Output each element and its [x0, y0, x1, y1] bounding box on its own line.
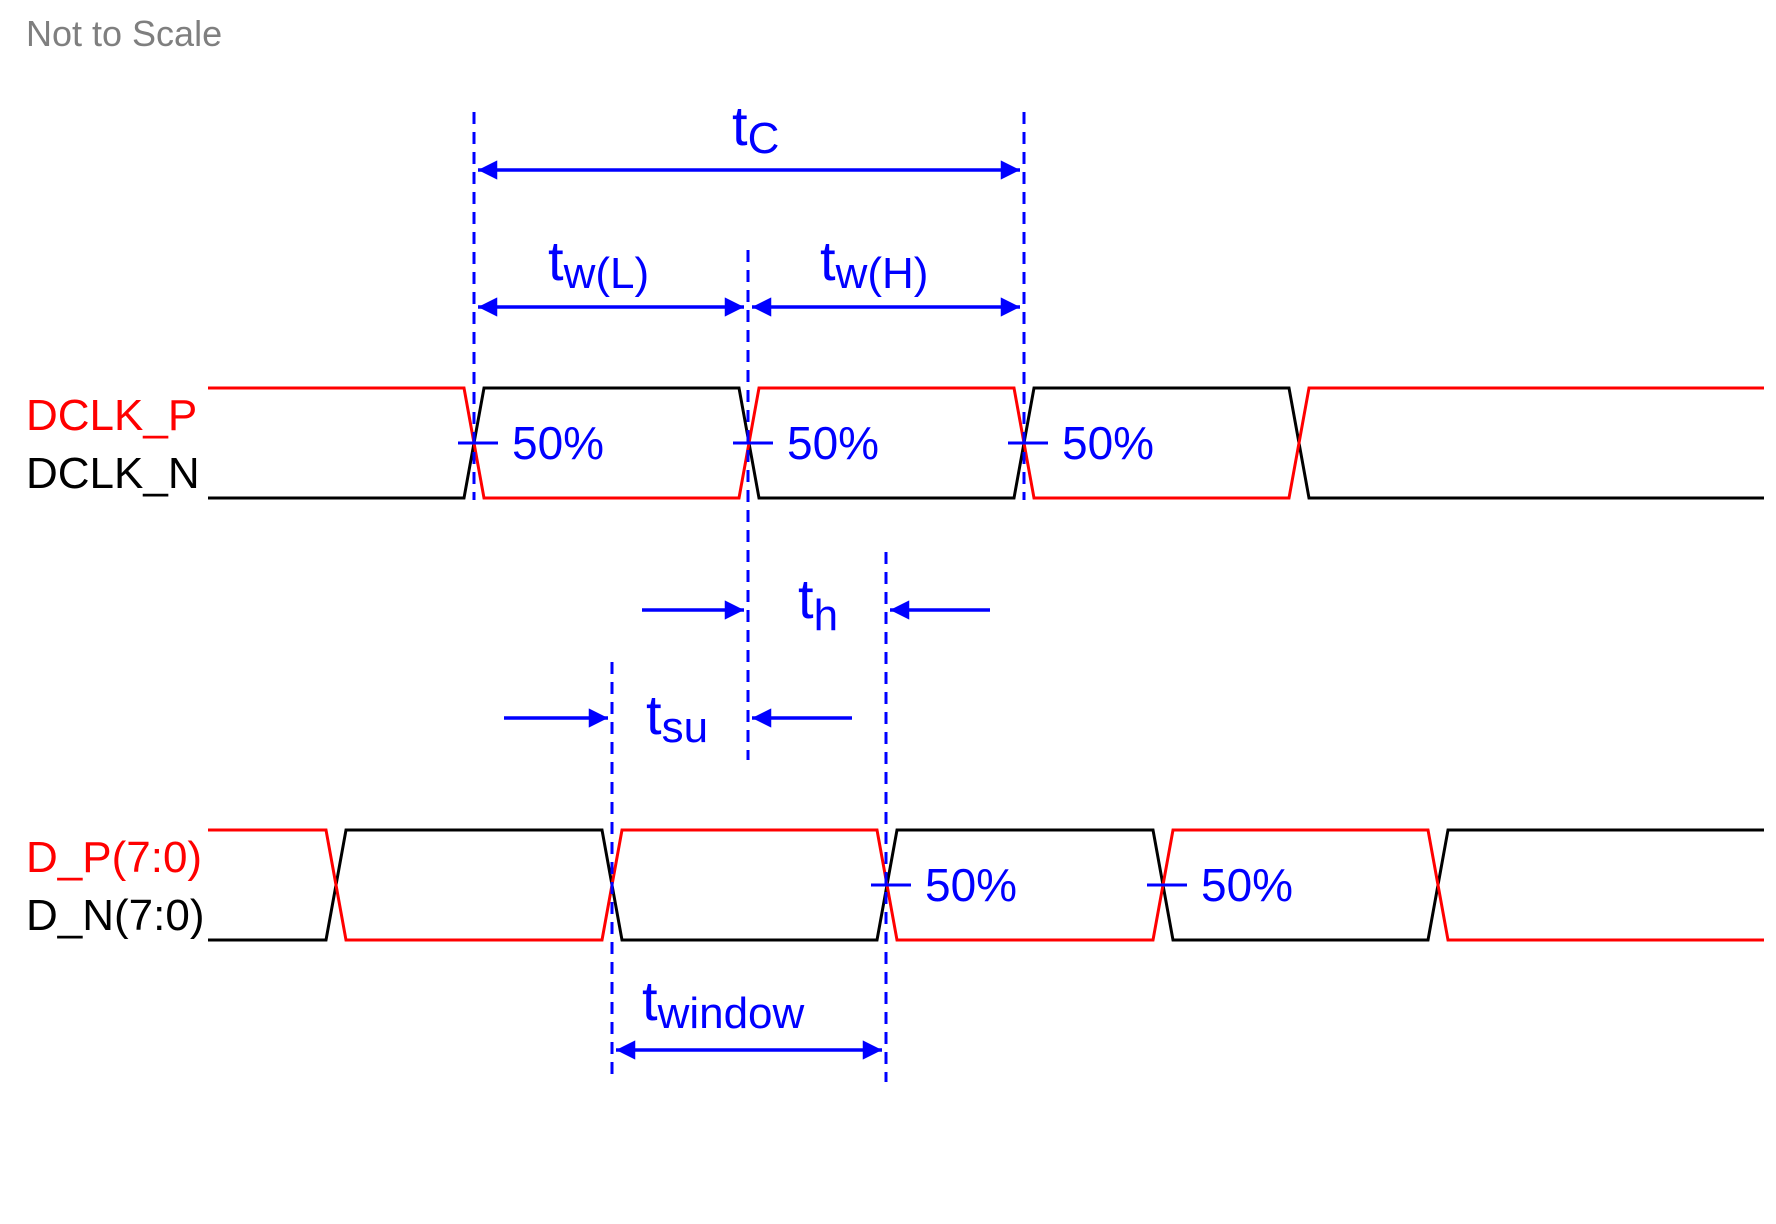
th-label: th — [798, 567, 838, 640]
twindow-label: twindow — [642, 969, 805, 1038]
not-to-scale-note: Not to Scale — [26, 13, 222, 54]
dclk-crossing-label: 50% — [1062, 417, 1154, 469]
dclk-n-label: DCLK_N — [26, 449, 200, 498]
tw-high-label: tw(H) — [820, 229, 928, 298]
tc-label: tC — [732, 94, 779, 163]
data-crossing-label: 50% — [925, 859, 1017, 911]
tsu-label: tsu — [646, 683, 708, 752]
d-n-label: D_N(7:0) — [26, 891, 205, 940]
timing-diagram: Not to Scale DCLK_P DCLK_N D_P(7:0) D_N(… — [26, 13, 1764, 1082]
d-p-label: D_P(7:0) — [26, 833, 202, 882]
dclk-crossing-label: 50% — [512, 417, 604, 469]
dclk-p-label: DCLK_P — [26, 391, 197, 440]
tw-low-label: tw(L) — [548, 229, 649, 298]
data-crossing-label: 50% — [1201, 859, 1293, 911]
dclk-crossing-label: 50% — [787, 417, 879, 469]
dclk-n-waveform — [208, 386, 1764, 500]
dclk-p-waveform — [208, 386, 1764, 500]
